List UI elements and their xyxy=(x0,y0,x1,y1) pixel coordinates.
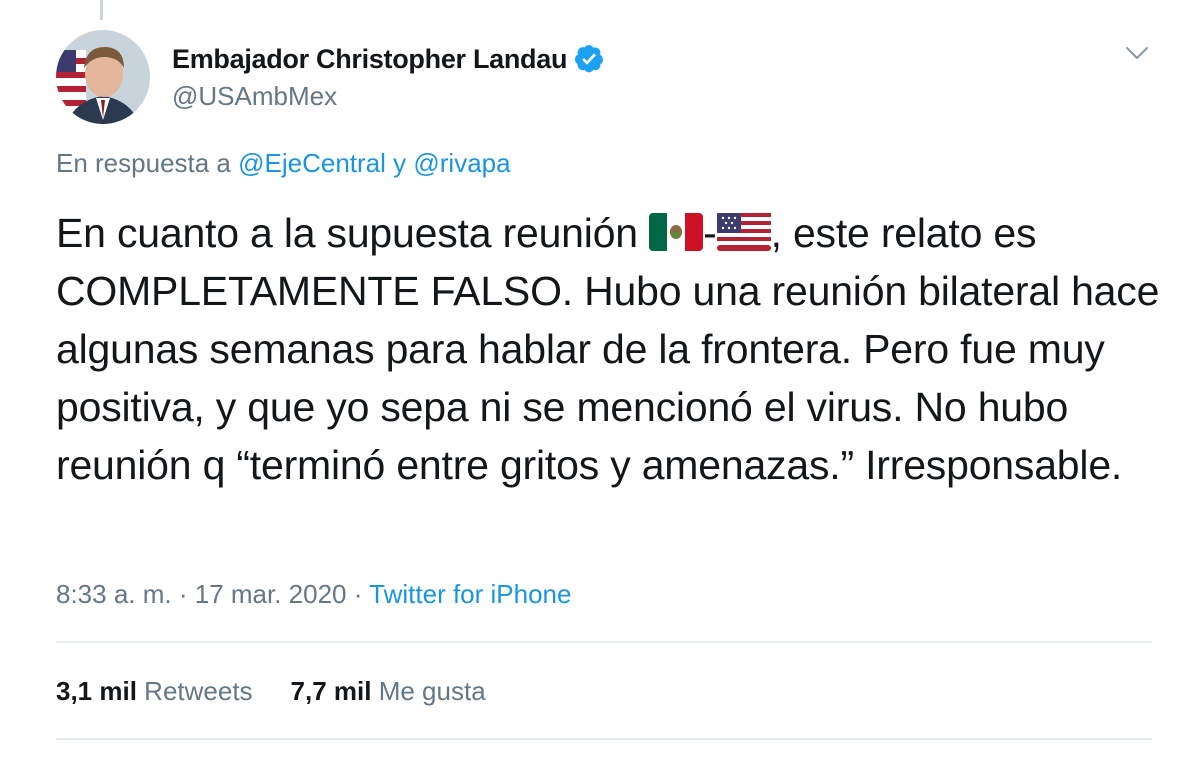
author-handle[interactable]: @USAmbMex xyxy=(172,81,337,112)
retweets-label: Retweets xyxy=(136,676,253,706)
tweet-text: En cuanto a la supuesta reunión -, este … xyxy=(56,204,1166,494)
retweets-stat[interactable]: 3,1 mil Retweets xyxy=(56,676,253,707)
chevron-down-icon[interactable] xyxy=(1122,38,1152,68)
verified-badge-icon xyxy=(575,45,604,73)
author-display-name[interactable]: Embajador Christopher Landau xyxy=(172,44,567,75)
divider xyxy=(56,641,1152,643)
reply-context: En respuesta a @EjeCentral y @rivapa xyxy=(56,148,511,179)
meta-separator: · xyxy=(346,579,370,609)
divider xyxy=(56,738,1152,740)
tweet-source-link[interactable]: Twitter for iPhone xyxy=(369,579,571,609)
tweet-date[interactable]: 17 mar. 2020 xyxy=(195,579,347,609)
likes-label: Me gusta xyxy=(371,676,486,706)
tweet-metadata: 8:33 a. m. · 17 mar. 2020 · Twitter for … xyxy=(56,579,571,610)
mention-link-rivapa[interactable]: @rivapa xyxy=(413,148,510,178)
retweets-count: 3,1 mil xyxy=(56,676,137,706)
avatar-image xyxy=(56,30,150,124)
thread-connector-line xyxy=(100,0,103,20)
mexico-flag-icon xyxy=(649,213,704,251)
meta-separator: · xyxy=(171,579,195,609)
flag-separator: - xyxy=(703,210,717,256)
tweet-time[interactable]: 8:33 a. m. xyxy=(56,579,172,609)
reply-conjunction: y xyxy=(385,148,414,178)
likes-stat[interactable]: 7,7 mil Me gusta xyxy=(291,676,486,707)
likes-count: 7,7 mil xyxy=(290,676,372,706)
author-name-row[interactable]: Embajador Christopher Landau xyxy=(172,43,605,75)
tweet-text-start: En cuanto a la supuesta reunión xyxy=(56,210,650,256)
reply-prefix: En respuesta a xyxy=(56,148,239,178)
engagement-stats: 3,1 mil Retweets 7,7 mil Me gusta xyxy=(56,676,486,707)
mention-link-ejecentral[interactable]: @EjeCentral xyxy=(238,148,386,178)
avatar[interactable] xyxy=(56,30,150,124)
usa-flag-icon xyxy=(716,213,771,251)
